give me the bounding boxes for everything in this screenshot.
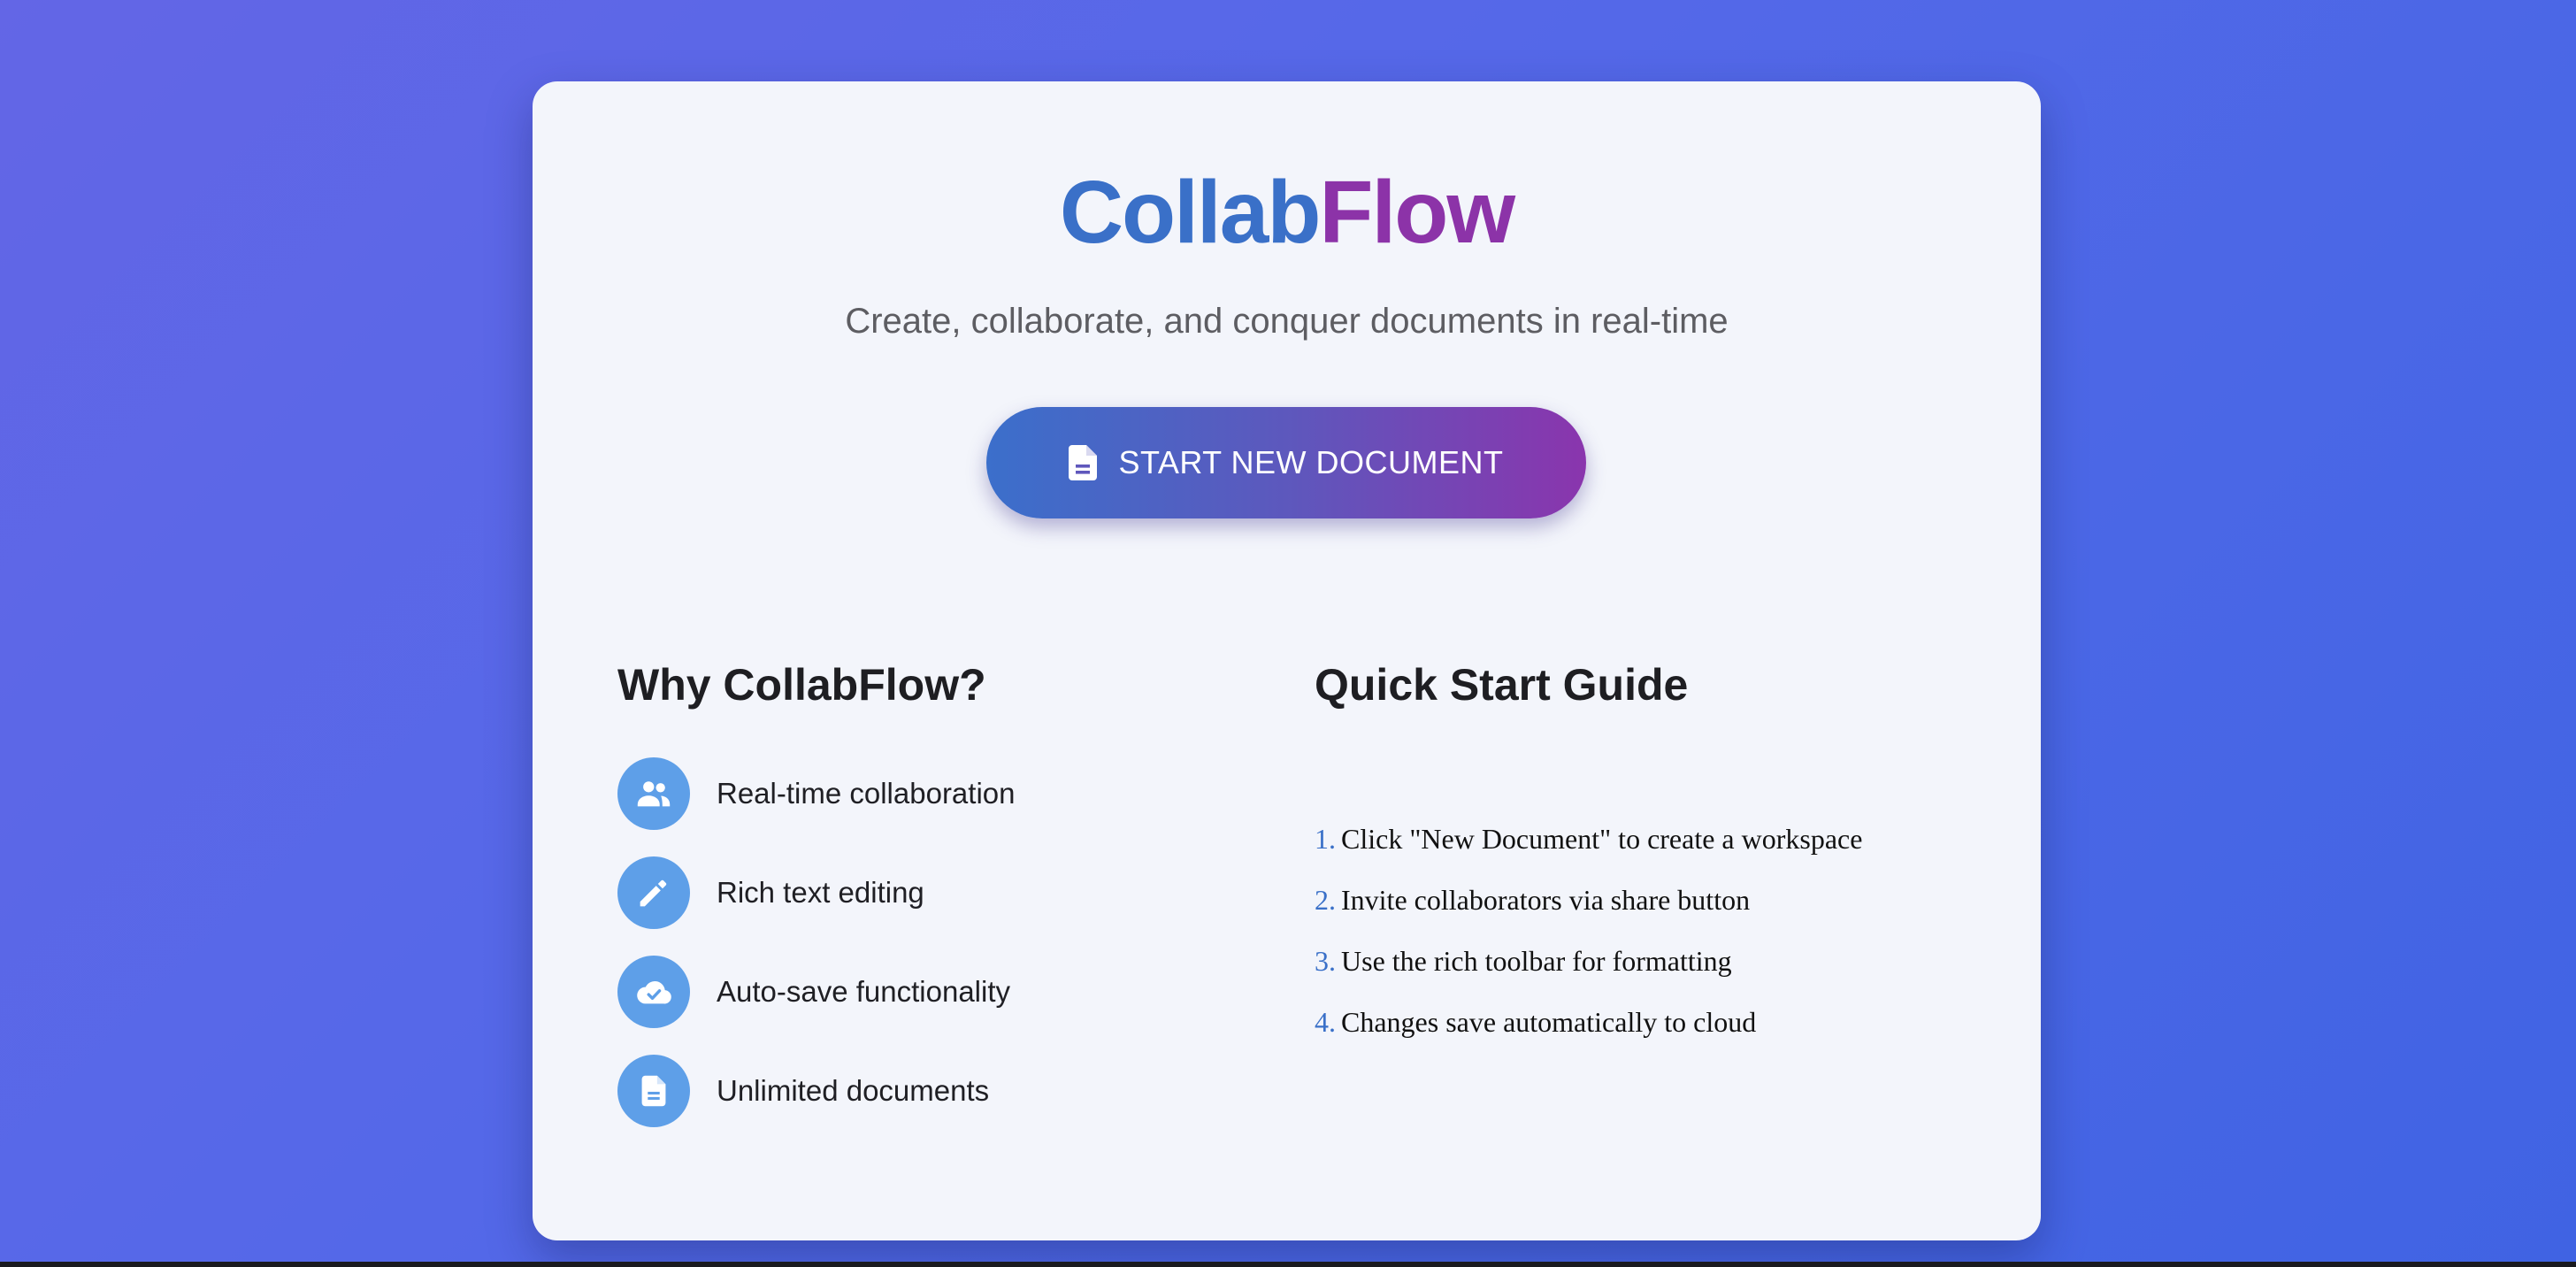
quick-start-title: Quick Start Guide — [1315, 660, 1689, 710]
brand-title-part-1: Collab — [1059, 163, 1322, 262]
step-number: 3. — [1315, 945, 1336, 977]
feature-list: Real-time collaboration Rich text editin… — [617, 757, 1016, 1154]
bottom-edge-bar — [0, 1262, 2576, 1267]
pencil-icon — [617, 856, 690, 929]
brand-title: CollabFlow — [533, 168, 2041, 257]
brand-title-part-2: Flow — [1319, 163, 1515, 262]
feature-item-rich-text: Rich text editing — [617, 856, 1016, 929]
step-text: Click "New Document" to create a workspa… — [1341, 823, 1863, 855]
people-icon — [617, 757, 690, 830]
tagline: Create, collaborate, and conquer documen… — [845, 302, 1729, 341]
document-icon — [617, 1055, 690, 1127]
feature-item-unlimited: Unlimited documents — [617, 1055, 1016, 1127]
step-text: Changes save automatically to cloud — [1341, 1006, 1757, 1038]
quick-start-list: 1. Click "New Document" to create a works… — [1315, 821, 1862, 1065]
quick-start-step: 1. Click "New Document" to create a works… — [1315, 821, 1862, 856]
feature-item-realtime: Real-time collaboration — [617, 757, 1016, 830]
feature-label: Unlimited documents — [717, 1074, 990, 1107]
step-number: 1. — [1315, 823, 1336, 855]
quick-start-step: 4. Changes save automatically to cloud — [1315, 1004, 1862, 1040]
feature-label: Auto-save functionality — [717, 975, 1011, 1008]
quick-start-step: 3. Use the rich toolbar for formatting — [1315, 943, 1862, 979]
document-icon — [1069, 445, 1098, 480]
quick-start-step: 2. Invite collaborators via share button — [1315, 882, 1862, 918]
feature-label: Real-time collaboration — [717, 777, 1016, 810]
welcome-card: CollabFlow Create, collaborate, and conq… — [533, 81, 2041, 1240]
start-new-document-button[interactable]: START NEW DOCUMENT — [986, 407, 1586, 518]
step-text: Use the rich toolbar for formatting — [1341, 945, 1732, 977]
feature-item-auto-save: Auto-save functionality — [617, 956, 1016, 1028]
step-number: 4. — [1315, 1006, 1336, 1038]
why-section-title: Why CollabFlow? — [617, 660, 986, 710]
feature-label: Rich text editing — [717, 876, 924, 909]
step-number: 2. — [1315, 884, 1336, 916]
start-new-document-label: START NEW DOCUMENT — [1118, 444, 1504, 480]
step-text: Invite collaborators via share button — [1341, 884, 1751, 916]
cloud-check-icon — [617, 956, 690, 1028]
